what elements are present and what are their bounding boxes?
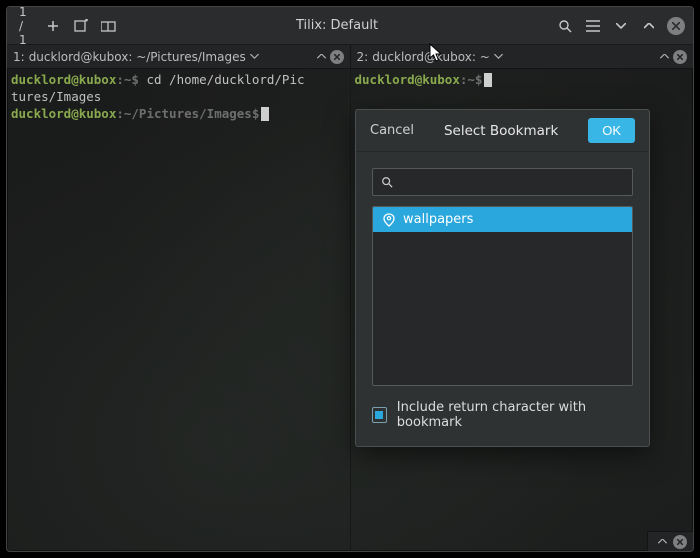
bookmark-pin-icon	[383, 213, 395, 227]
terminal-line: tures/Images	[11, 88, 346, 105]
titlebar: 1 / 1 Tilix: Default	[7, 7, 693, 45]
bookmark-list[interactable]: wallpapers	[372, 206, 633, 386]
tilix-window: 1 / 1 Tilix: Default	[6, 6, 694, 552]
session-counter[interactable]: 1 / 1	[15, 16, 35, 36]
checkbox-label: Include return character with bookmark	[397, 400, 633, 430]
chevron-down-icon	[494, 54, 503, 59]
chevron-up-icon	[644, 23, 654, 29]
dialog-title: Select Bookmark	[414, 123, 588, 139]
pane-tabs: 1: ducklord@kubox: ~/Pictures/Images 2: …	[7, 45, 693, 69]
close-icon	[334, 54, 340, 60]
prompt-path: :~$	[460, 72, 483, 87]
close-icon	[672, 22, 680, 30]
terminal-command: cd /home/ducklord/Pic	[139, 72, 305, 87]
close-pane-button[interactable]	[673, 50, 687, 64]
chevron-up-icon[interactable]	[660, 54, 669, 59]
include-return-row: Include return character with bookmark	[372, 400, 633, 430]
chevron-up-icon[interactable]	[317, 54, 326, 59]
select-bookmark-dialog: Cancel Select Bookmark OK wallpapers	[355, 109, 650, 447]
checkbox-checked-icon	[375, 411, 383, 419]
dialog-body: wallpapers Include return character with…	[356, 152, 649, 446]
bookmark-search-field[interactable]	[372, 168, 633, 196]
cancel-button[interactable]: Cancel	[370, 123, 414, 138]
hamburger-icon	[586, 20, 600, 32]
session-counter-text: 1 / 1	[19, 6, 27, 47]
prompt-path: :~/Pictures/Images$	[116, 106, 259, 121]
close-icon	[677, 54, 683, 60]
chevron-up-icon[interactable]	[658, 539, 667, 544]
search-button[interactable]	[555, 16, 575, 36]
prompt-user: ducklord@kubox	[11, 72, 116, 87]
add-terminal-button[interactable]	[43, 16, 63, 36]
pane-index: 2:	[357, 50, 369, 64]
ok-button[interactable]: OK	[588, 118, 635, 143]
close-pane-button[interactable]	[330, 50, 344, 64]
maximize-button[interactable]	[639, 16, 659, 36]
pane-title: ducklord@kubox: ~/Pictures/Images	[29, 50, 246, 64]
close-icon	[677, 539, 683, 545]
close-pane-button[interactable]	[673, 535, 687, 549]
include-return-checkbox[interactable]	[372, 407, 387, 423]
window-title: Tilix: Default	[127, 18, 547, 33]
search-icon	[558, 19, 572, 33]
search-input[interactable]	[401, 175, 624, 189]
pane-tab-right[interactable]: 2: ducklord@kubox: ~	[351, 45, 694, 68]
hamburger-menu-button[interactable]	[583, 16, 603, 36]
minimize-button[interactable]	[611, 16, 631, 36]
prompt-user: ducklord@kubox	[355, 72, 460, 87]
list-item[interactable]: wallpapers	[373, 207, 632, 232]
chevron-down-icon	[250, 54, 259, 59]
list-item-label: wallpapers	[403, 212, 473, 227]
pane-right-subcontrols	[647, 531, 693, 551]
terminal-pane-left[interactable]: ducklord@kubox:~$ cd /home/ducklord/Pic …	[7, 69, 351, 551]
split-terminal-button[interactable]	[99, 16, 119, 36]
search-icon	[381, 176, 393, 188]
terminal-cursor	[484, 73, 492, 87]
new-window-button[interactable]	[71, 16, 91, 36]
prompt-user: ducklord@kubox	[11, 106, 116, 121]
pane-title: ducklord@kubox: ~	[372, 50, 490, 64]
prompt-path: :~$	[116, 72, 139, 87]
pane-index: 1:	[13, 50, 25, 64]
dialog-header: Cancel Select Bookmark OK	[356, 110, 649, 152]
chevron-down-icon	[616, 23, 626, 29]
terminal-cursor	[261, 107, 269, 121]
close-window-button[interactable]	[667, 17, 685, 35]
pane-tab-left[interactable]: 1: ducklord@kubox: ~/Pictures/Images	[7, 45, 351, 68]
